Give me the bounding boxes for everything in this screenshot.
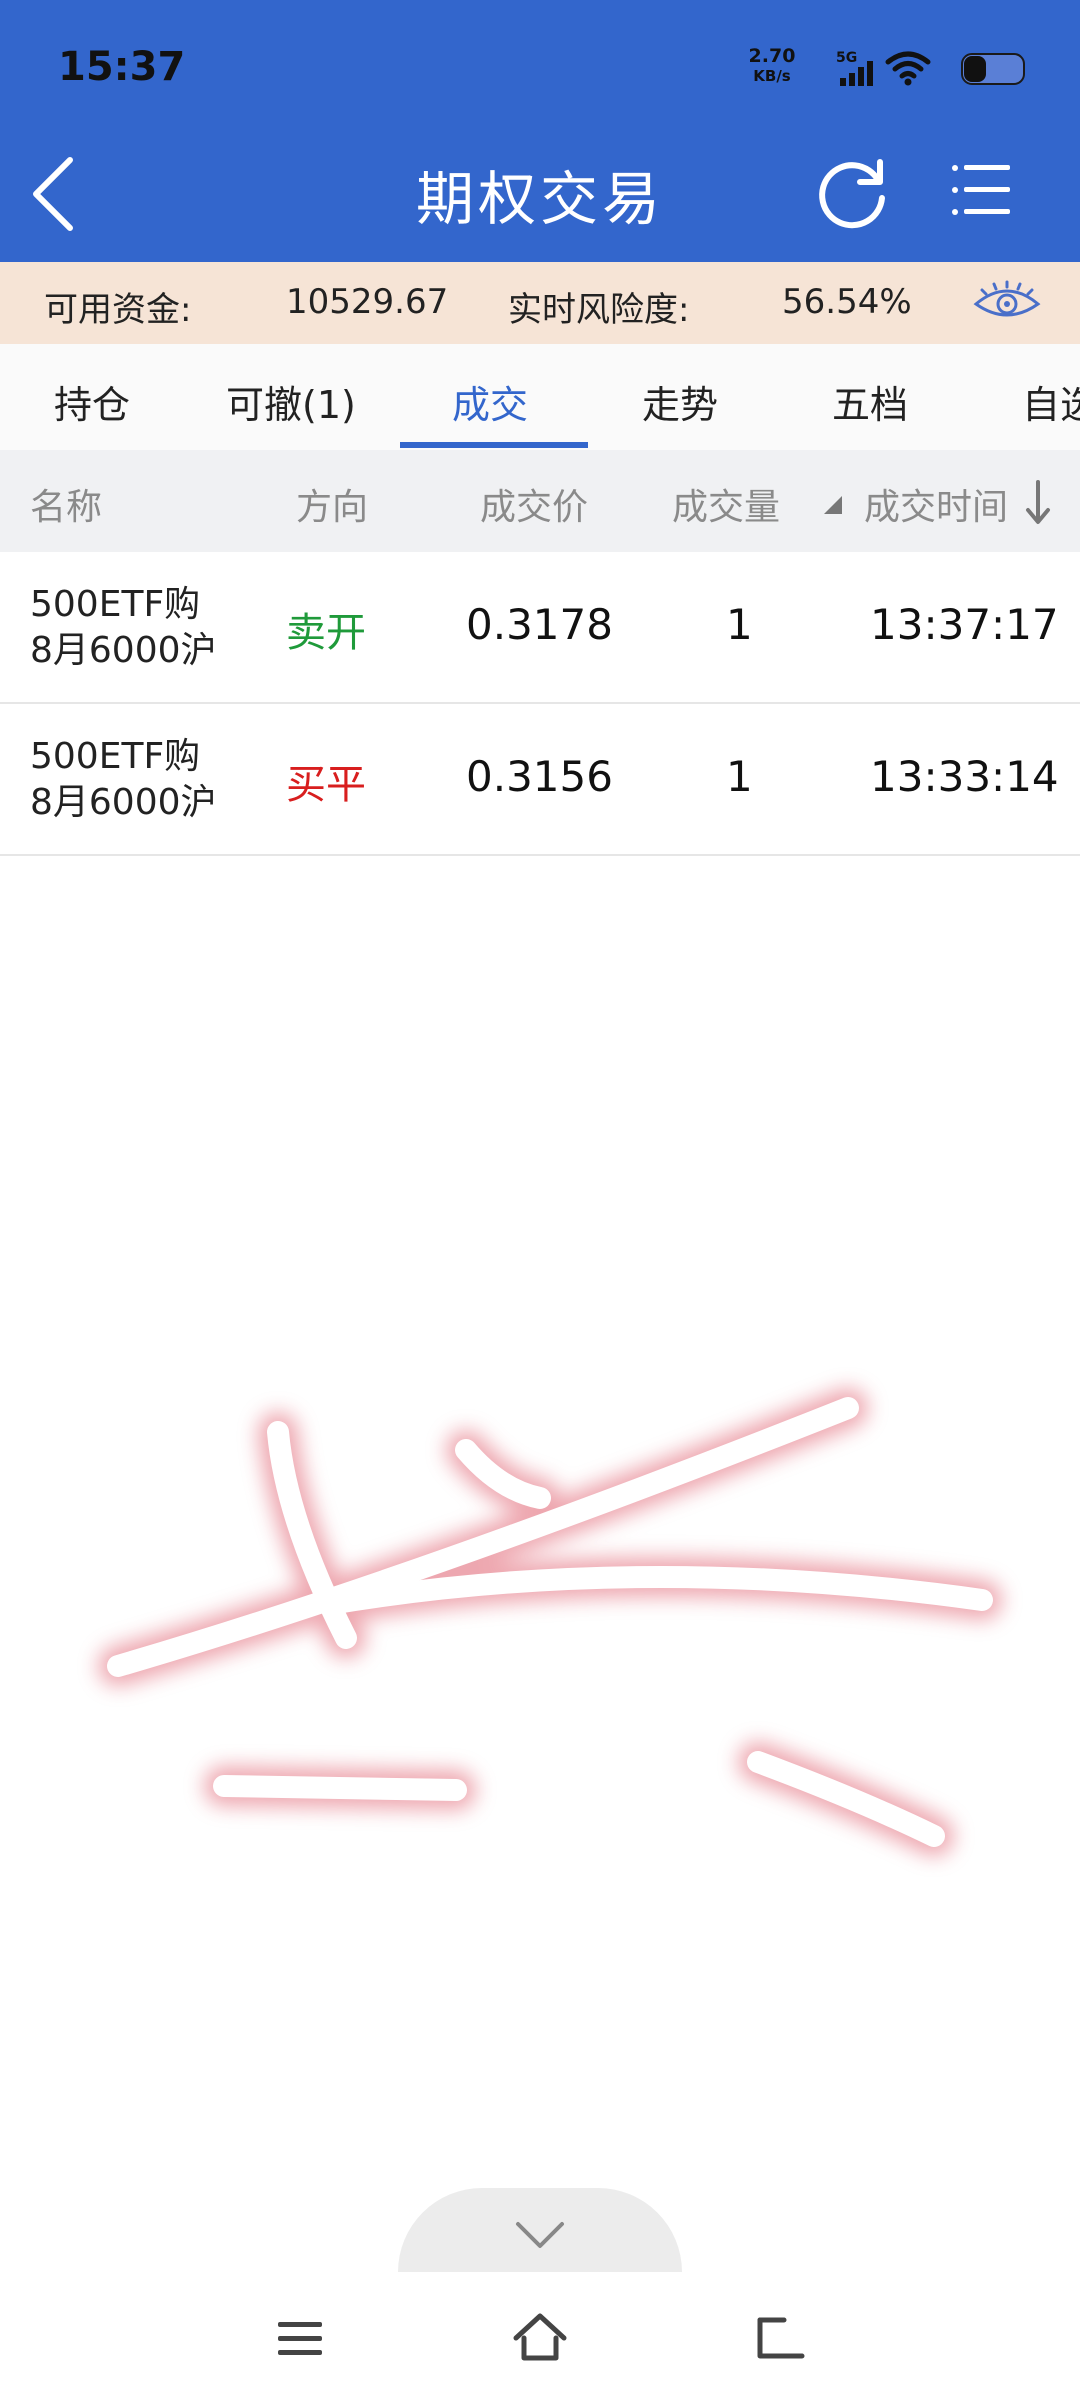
column-quantity: 成交量 — [672, 487, 781, 528]
tab-trades[interactable]: 成交 — [452, 374, 528, 429]
trade-direction: 卖开 — [286, 610, 366, 656]
column-name: 名称 — [30, 487, 103, 528]
back-nav-icon[interactable] — [750, 2308, 810, 2368]
collapse-handle[interactable] — [398, 2188, 682, 2272]
sort-desc-icon[interactable] — [1024, 478, 1052, 528]
account-summary-bar: 可用资金: 10529.67 实时风险度: 56.54% — [0, 262, 1080, 344]
table-header: 名称 方向 成交价 成交量 成交时间 — [0, 450, 1080, 553]
contract-name-line1: 500ETF购 — [30, 584, 201, 625]
trade-time: 13:33:14 — [870, 752, 1059, 801]
contract-name: 500ETF购 8月6000沪 — [30, 734, 217, 826]
menu-icon[interactable] — [270, 2308, 330, 2368]
trade-row[interactable]: 500ETF购 8月6000沪 卖开 0.3178 1 13:37:17 — [0, 552, 1080, 704]
column-time[interactable]: 成交时间 — [864, 478, 1008, 530]
trade-time: 13:37:17 — [870, 600, 1059, 649]
status-icons: 2.70 KB/s 5G — [730, 46, 1030, 96]
contract-name: 500ETF购 8月6000沪 — [30, 582, 217, 674]
home-icon[interactable] — [510, 2308, 570, 2368]
sort-indicator-icon — [824, 496, 842, 514]
gesture-scribble-overlay — [98, 1388, 1002, 1856]
tab-watchlist[interactable]: 自选 — [1022, 374, 1080, 429]
page-title: 期权交易 — [415, 165, 664, 233]
list-menu-icon[interactable] — [950, 160, 1012, 222]
trade-direction: 买平 — [286, 762, 366, 808]
available-funds-value: 10529.67 — [286, 282, 449, 322]
eye-icon[interactable] — [972, 280, 1042, 324]
risk-level-value: 56.54% — [782, 282, 912, 322]
trade-row[interactable]: 500ETF购 8月6000沪 买平 0.3156 1 13:33:14 — [0, 704, 1080, 856]
net-speed: 2.70 KB/s — [742, 46, 802, 86]
tab-bar: 持仓 可撤(1) 成交 走势 五档 自选 — [0, 344, 1080, 450]
tab-trend[interactable]: 走势 — [642, 374, 718, 429]
refresh-icon[interactable] — [816, 154, 892, 230]
active-tab-indicator — [400, 442, 588, 448]
battery-icon — [961, 53, 1025, 85]
app-header: 15:37 2.70 KB/s 5G 期权交易 — [0, 0, 1080, 262]
contract-name-line2: 8月6000沪 — [30, 782, 217, 823]
column-price: 成交价 — [480, 487, 589, 528]
contract-name-line2: 8月6000沪 — [30, 630, 217, 671]
tab-positions[interactable]: 持仓 — [54, 374, 130, 429]
chevron-down-icon — [516, 2222, 564, 2248]
trade-price: 0.3156 — [466, 752, 613, 801]
trade-price: 0.3178 — [466, 600, 613, 649]
tab-cancellable[interactable]: 可撤(1) — [226, 374, 356, 429]
column-direction: 方向 — [296, 487, 369, 528]
net-speed-unit: KB/s — [753, 67, 791, 85]
contract-name-line1: 500ETF购 — [30, 736, 201, 777]
tab-order-book[interactable]: 五档 — [832, 374, 908, 429]
trade-quantity: 1 — [726, 600, 753, 649]
risk-level-label: 实时风险度: — [508, 290, 690, 330]
svg-text:5G: 5G — [836, 50, 857, 66]
status-time: 15:37 — [58, 44, 186, 90]
system-nav-bar — [0, 2272, 1080, 2400]
signal-5g-icon: 5G — [836, 50, 873, 86]
net-speed-value: 2.70 — [748, 45, 796, 67]
wifi-icon — [885, 51, 931, 86]
available-funds-label: 可用资金: — [44, 290, 192, 330]
trade-quantity: 1 — [726, 752, 753, 801]
